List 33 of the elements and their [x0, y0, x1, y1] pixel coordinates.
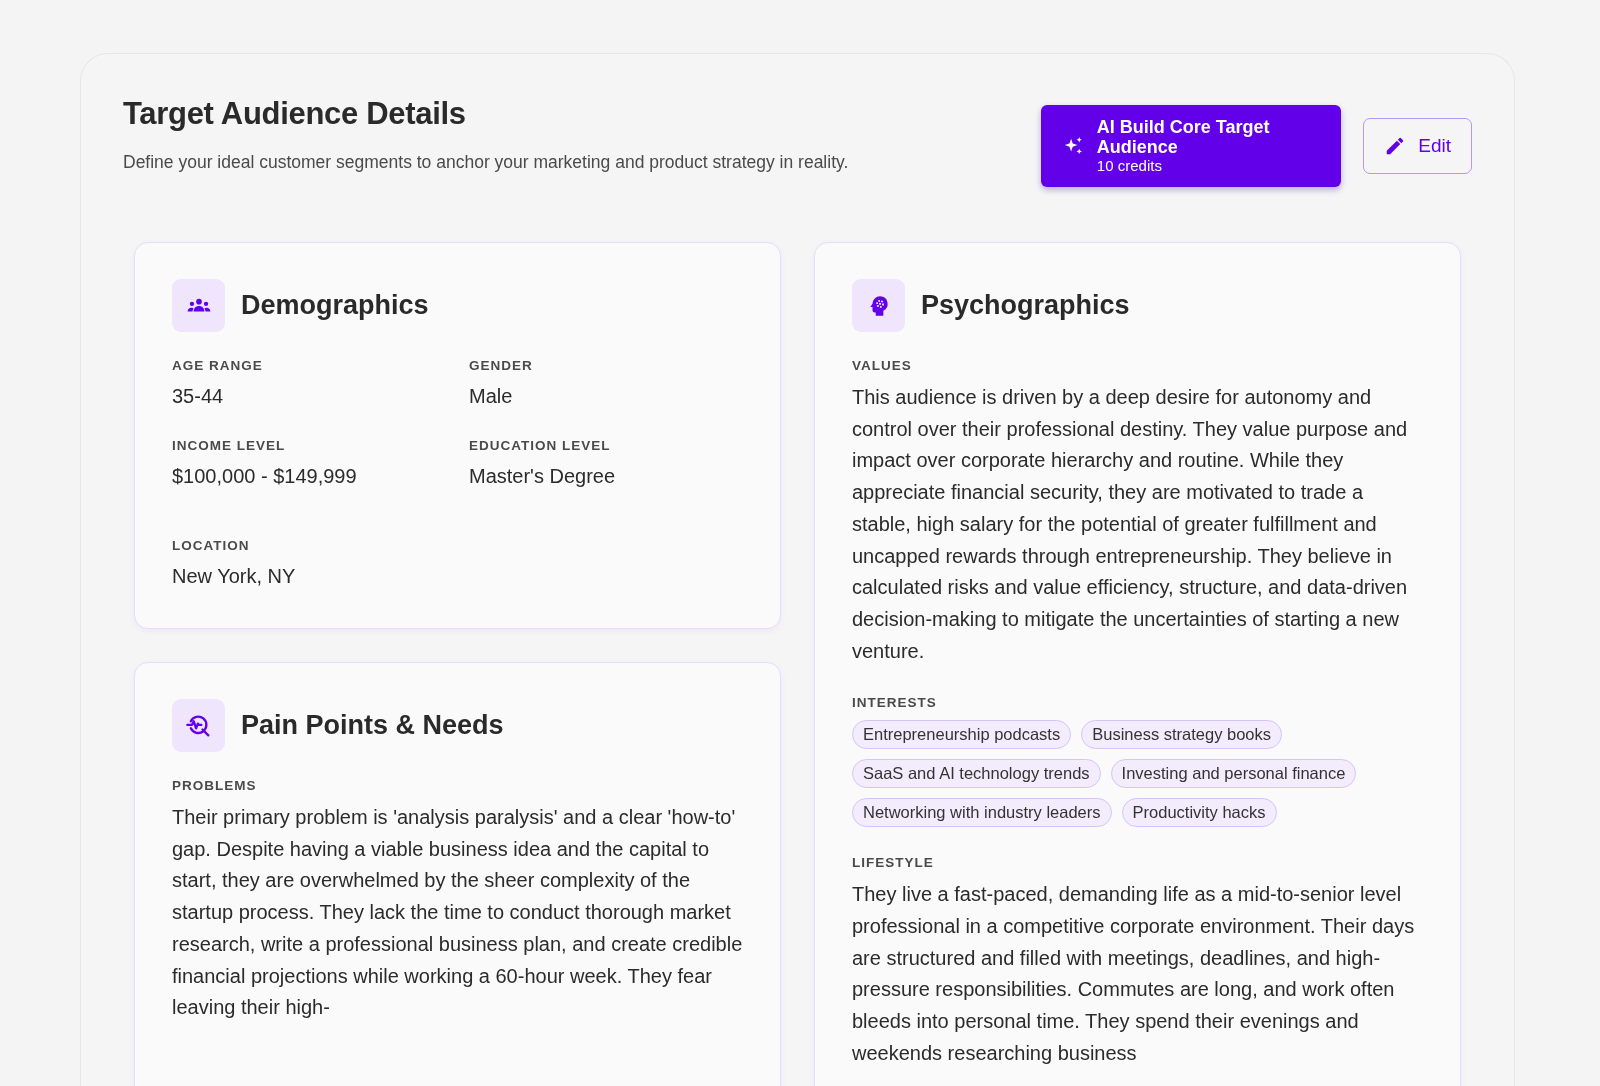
interest-tag: Investing and personal finance [1110, 759, 1357, 789]
interest-tag: Business strategy books [1081, 720, 1283, 750]
field-label: INCOME LEVEL [172, 438, 287, 453]
card-title: Psychographics [921, 290, 1130, 321]
field-value: $100,000 - $149,999 [172, 465, 358, 488]
interest-tag: Entrepreneurship podcasts [852, 720, 1072, 750]
card-title: Pain Points & Needs [241, 710, 504, 741]
section-label: PROBLEMS [172, 778, 258, 793]
interest-tag: Networking with industry leaders [852, 798, 1112, 828]
section-label: INTERESTS [852, 695, 938, 711]
card-title: Demographics [241, 290, 429, 321]
ai-build-button[interactable]: AI Build Core Target Audience 10 credits [1041, 105, 1342, 187]
page-title: Target Audience Details [123, 96, 467, 132]
head-gear-icon [852, 279, 905, 332]
section-label: LIFESTYLE [852, 855, 935, 871]
field-value: Male [469, 385, 514, 408]
field-label: EDUCATION LEVEL [469, 438, 612, 453]
section-label: VALUES [852, 358, 913, 373]
field-label: GENDER [469, 358, 534, 373]
field-label: AGE RANGE [172, 358, 264, 373]
values-text: This audience is driven by a deep desire for autonomy and control over their professional destiny. They value purpose and impact over corporate hierarchy and routine. While they appreciate financial security, they are motivated to trade a stable, high salary for the potential of greater fulfillment and uncapped rewards through entrepreneurship. They believe in calculated risks and value efficiency, structure, and data-driven decision-making to mitigate the uncertainties of starting a new venture. [852, 385, 1409, 664]
field-value: Master's Degree [469, 465, 617, 488]
interest-tag: SaaS and AI technology trends [852, 759, 1101, 789]
edit-button[interactable]: Edit [1363, 118, 1472, 174]
field-value: New York, NY [172, 565, 297, 588]
field-value: 35-44 [172, 385, 225, 408]
page-subtitle: Define your ideal customer segments to anchor your marketing and product strategy in reality. [123, 152, 849, 173]
interest-tag: Productivity hacks [1121, 798, 1277, 828]
lifestyle-text: They live a fast-paced, demanding life as a mid-to-senior level professional in a competitive corporate environment. Their days are structured and filled with meetings, deadlines, and high-pressure responsibilities. Commutes are long, and work often bleeds into personal time. They spend their evenings and weekends researching business [852, 882, 1416, 1066]
search-pulse-icon [172, 699, 225, 752]
problems-text: Their primary problem is 'analysis paralysis' and a clear 'how-to' gap. Despite having a viable business idea and the capital to start, they are overwhelmed by the sheer complexity of the startup process. They lack the time to conduct thorough market research, write a professional business plan, and create credible financial projections while working a 60-hour week. They fear leaving their high- [172, 805, 743, 1021]
people-icon [172, 279, 225, 332]
field-label: LOCATION [172, 538, 251, 553]
